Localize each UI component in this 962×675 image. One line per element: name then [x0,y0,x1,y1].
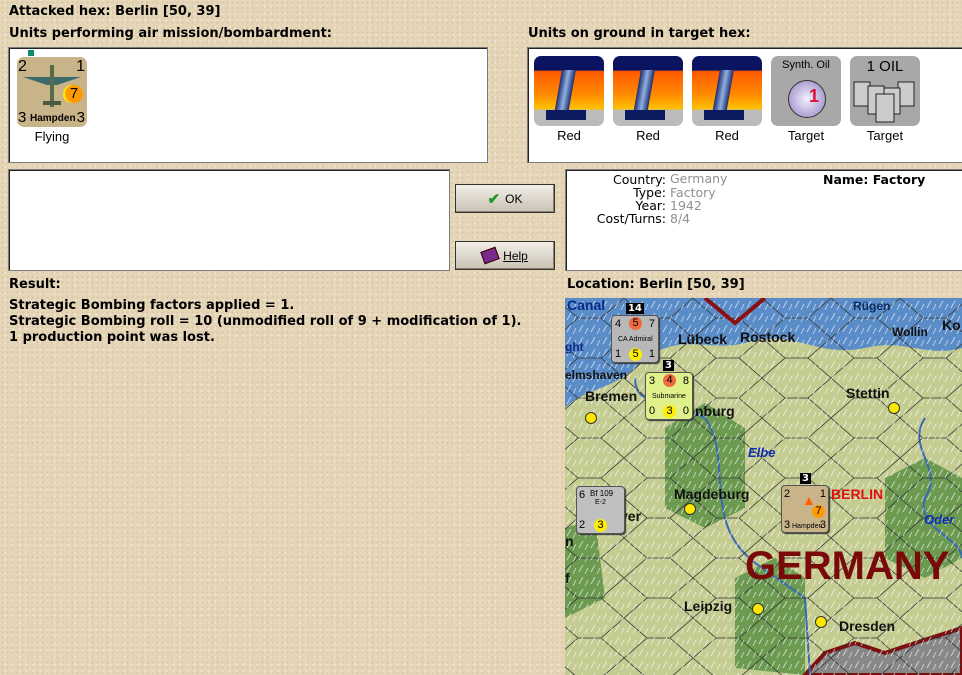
unit-info-panel: Country: Germany Type: Factory Year: 194… [565,169,962,271]
ground-unit-factory[interactable]: Red [534,56,604,143]
stack-count: 3 [800,473,811,484]
map-label-wollin: Wollin [892,325,928,339]
fighter-counter[interactable]: 6 Bf 109 E-2 2 3 [576,486,625,534]
city-dot [752,603,764,615]
submarine-counter[interactable]: 3 4 8 Submarine 0 3 0 [645,372,693,420]
ground-unit-synth-oil[interactable]: Synth. Oil 1 Target [771,56,841,143]
hampden-counter[interactable]: 2 ▲ 1 7 3 Hampden 3 [781,485,829,533]
map-label-elmshaven: elmshaven [565,368,628,382]
city-dot [684,503,696,515]
message-textarea[interactable] [8,169,450,271]
help-button[interactable]: Help [455,241,555,270]
city-stettin[interactable]: Stettin [846,385,890,401]
city-magdeburg[interactable]: Magdeburg [674,486,749,502]
map-label-ght: ght [565,340,584,354]
city-rostock[interactable]: Rostock [740,329,795,345]
naval-unit-counter[interactable]: 4 5 7 CA Admiral 1 5 1 [611,315,659,363]
city-berlin[interactable]: BERLIN [831,486,883,502]
map-label-ko: Ko [942,317,961,333]
ground-unit-factory[interactable]: Red [613,56,683,143]
ground-units-list[interactable]: Red Red Red Synth. Oil 1 Target 1 OIL Ta… [527,47,962,163]
synthetic-oil-icon: Synth. Oil 1 [771,56,841,126]
result-label: Result: [9,277,61,292]
map-view[interactable]: Canal Rügen Wollin Ko Lübeck Rostock ght… [565,298,962,675]
location-label: Location: Berlin [50, 39] [567,277,745,292]
factory-icon [613,56,683,126]
air-units-list[interactable]: 2 1 7 3 Hampden 3 Flying [8,47,488,163]
map-label-rugen: Rügen [853,299,891,313]
ground-unit-factory[interactable]: Red [692,56,762,143]
status-marker-icon [28,50,34,56]
city-lubeck[interactable]: Lübeck [678,331,727,347]
checkmark-icon: ✔ [487,190,501,208]
city-hamburg[interactable]: nburg [695,403,735,419]
ground-unit-oil[interactable]: 1 OIL Target [850,56,920,143]
river-elbe: Elbe [748,445,776,460]
factory-icon [534,56,604,126]
attacked-hex-title: Attacked hex: Berlin [50, 39] [9,4,221,19]
city-bremen[interactable]: Bremen [585,388,637,404]
city-leipzig[interactable]: Leipzig [684,598,732,614]
ok-button[interactable]: ✔ OK [455,184,555,213]
help-book-icon [480,246,500,265]
cost-value: 8/4 [670,211,691,226]
air-unit-hampden[interactable]: 2 1 7 3 Hampden 3 Flying [17,50,87,144]
bomber-badge: 7 [65,85,83,103]
city-dresden[interactable]: Dresden [839,618,895,634]
river-oder: Oder [924,512,955,527]
result-text: Strategic Bombing factors applied = 1. S… [9,298,522,345]
ground-units-label: Units on ground in target hex: [528,26,751,41]
bomber-counter: 2 1 7 3 Hampden 3 [17,57,87,127]
unit-name: Name: Factory [823,172,926,187]
country-value: Germany [670,171,728,186]
stack-count: 3 [663,360,674,371]
map-label-canal: Canal [567,298,606,313]
country-label-germany: GERMANY [745,544,950,588]
unit-status: Flying [34,129,70,144]
map-label-f: f [565,570,570,586]
city-dot [888,402,900,414]
oil-barrels-icon: 1 OIL [850,56,920,126]
factory-icon [692,56,762,126]
city-dot [815,616,827,628]
city-dot [585,412,597,424]
stack-count: 14 [626,303,644,314]
air-units-label: Units performing air mission/bombardment… [9,26,333,41]
map-label-n: n [565,533,574,549]
